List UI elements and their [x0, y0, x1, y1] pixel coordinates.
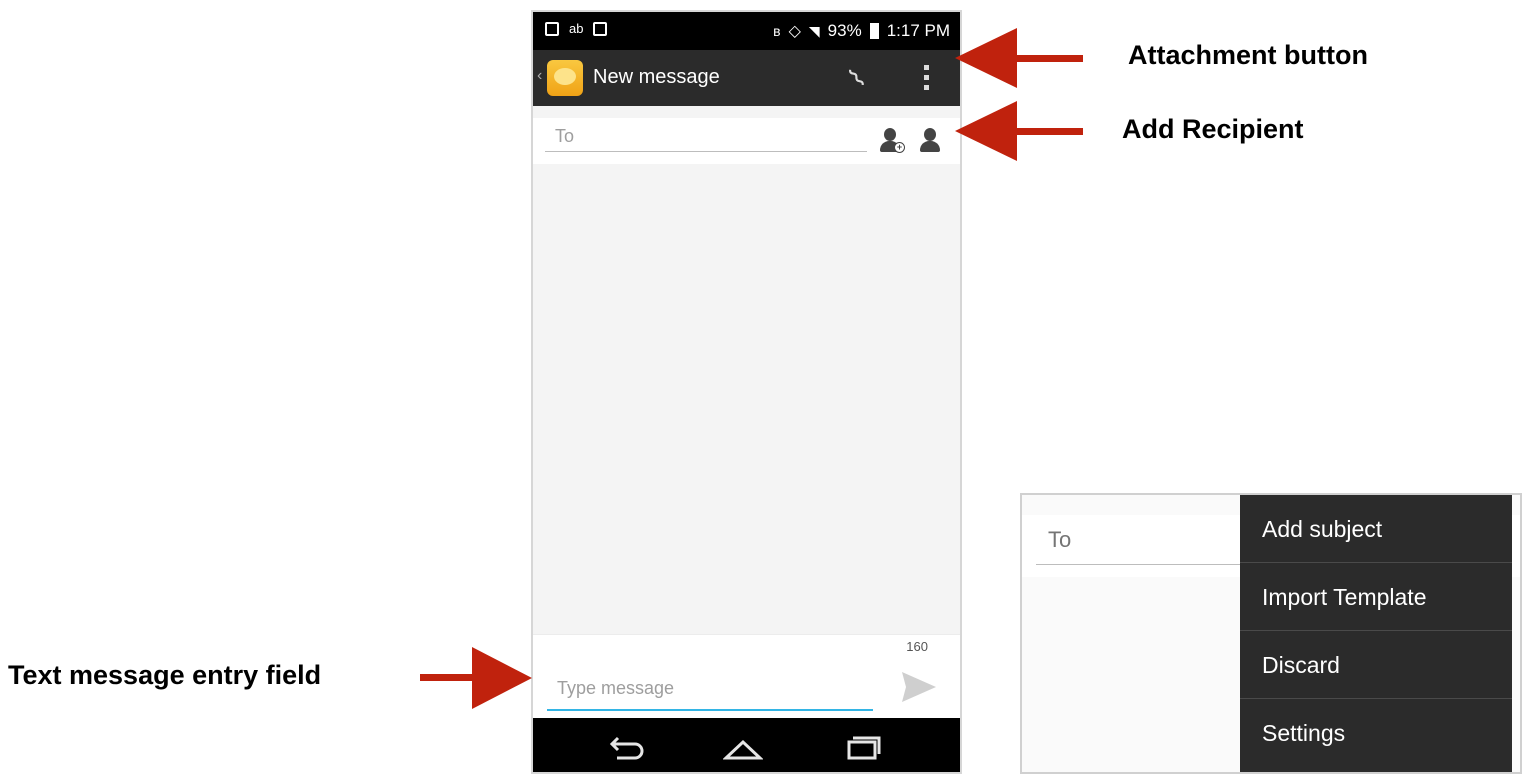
- overflow-dot: [923, 85, 929, 90]
- recipient-row: To +: [533, 118, 960, 164]
- overflow-menu-button[interactable]: [919, 60, 933, 96]
- messaging-app-icon[interactable]: [547, 60, 583, 96]
- menu-item-add-subject[interactable]: Add subject: [1240, 495, 1512, 563]
- annotation-arrow: [420, 647, 532, 709]
- wifi-icon: ◥: [808, 22, 820, 39]
- text-entry-annotation: Text message entry field: [8, 660, 322, 690]
- back-chevron-icon[interactable]: ‹: [537, 67, 542, 85]
- message-input[interactable]: Type message: [547, 669, 873, 711]
- menu-item-settings[interactable]: Settings: [1240, 699, 1512, 767]
- recent-apps-icon[interactable]: [843, 730, 883, 764]
- overflow-dot: [923, 65, 929, 70]
- annotation-arrow: [955, 28, 1083, 88]
- back-nav-icon[interactable]: [605, 730, 645, 764]
- dropbox-notification-icon: ab: [569, 21, 584, 36]
- phone-screenshot: ab ʙ ◇ ◥ 93% 1:17 PM ‹ New message ⌇ To …: [531, 10, 962, 774]
- character-counter: 160: [906, 639, 928, 654]
- overflow-menu: Add subject Import Template Discard Sett…: [1240, 495, 1512, 772]
- add-group-icon[interactable]: [919, 128, 941, 154]
- action-bar: ‹ New message ⌇: [533, 50, 960, 106]
- navigation-bar: [533, 718, 960, 772]
- overflow-menu-inset: To Add subject Import Template Discard S…: [1020, 493, 1522, 774]
- page-title: New message: [593, 66, 720, 88]
- add-contact-icon[interactable]: +: [879, 128, 905, 154]
- overflow-dot: [923, 75, 929, 80]
- status-bar: ab ʙ ◇ ◥ 93% 1:17 PM: [533, 12, 960, 50]
- battery-icon: [869, 23, 879, 39]
- menu-item-import-template[interactable]: Import Template: [1240, 563, 1512, 631]
- gmail-notification-icon: [593, 22, 608, 36]
- annotation-arrow: [955, 101, 1083, 161]
- add-recipient-annotation: Add Recipient: [1122, 114, 1304, 144]
- gallery-notification-icon: [545, 22, 559, 36]
- send-icon[interactable]: [902, 672, 936, 702]
- clock: 1:17 PM: [886, 21, 950, 40]
- battery-percent: 93%: [827, 21, 862, 40]
- home-nav-icon[interactable]: [723, 730, 763, 764]
- bluetooth-icon: ʙ: [773, 23, 781, 39]
- attachment-button[interactable]: ⌇: [832, 53, 883, 104]
- attachment-annotation: Attachment button: [1128, 40, 1368, 70]
- paperclip-icon: ⌇: [842, 62, 872, 94]
- compose-area: To +: [533, 106, 960, 634]
- rotation-lock-icon: ◇: [788, 23, 801, 40]
- recipient-input[interactable]: To: [545, 126, 867, 152]
- message-entry-area: 160 Type message: [533, 634, 960, 719]
- menu-item-discard[interactable]: Discard: [1240, 631, 1512, 699]
